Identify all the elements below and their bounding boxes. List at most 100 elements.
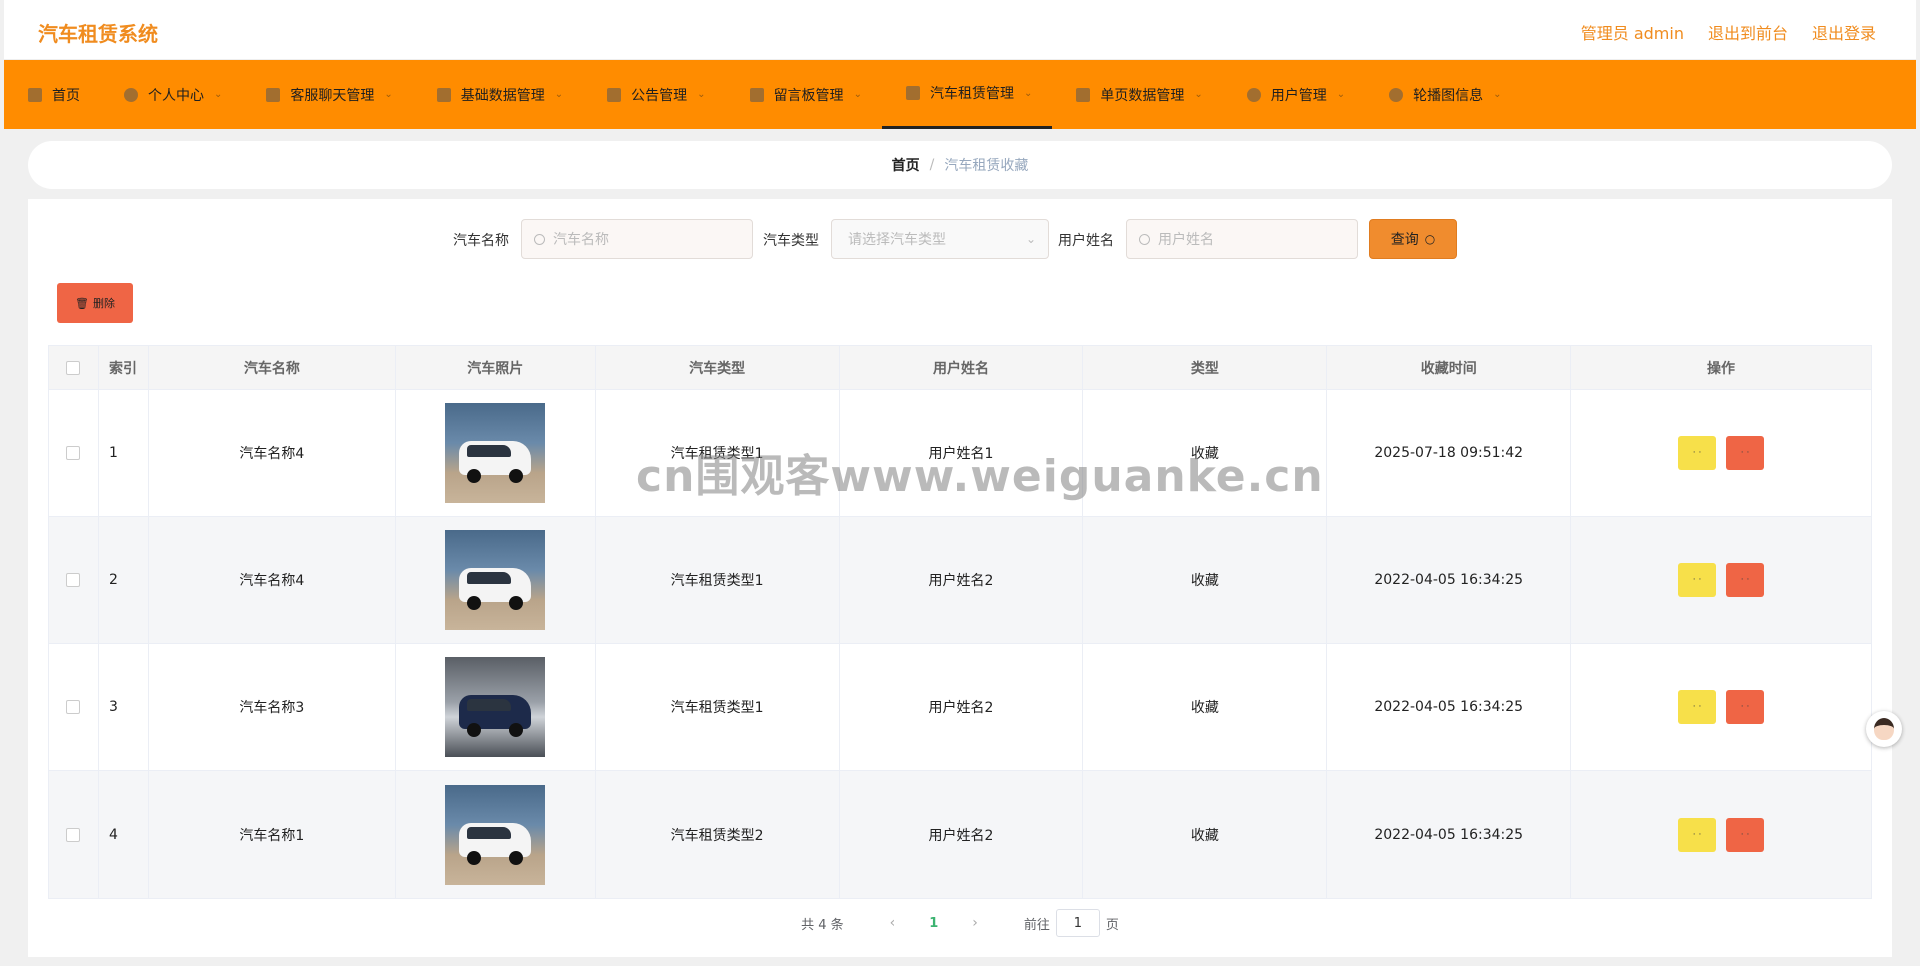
search-form: 汽车名称 汽车名称 汽车类型 请选择汽车类型 ⌄ 用户姓名 用户姓名 查询 ○ (28, 219, 1892, 259)
car-window (467, 826, 512, 839)
car-photo-image[interactable] (445, 657, 546, 757)
pagination: 共 4 条 ‹ 1 › 前往 1 页 (28, 909, 1892, 937)
chevron-down-icon: ⌄ (1025, 232, 1036, 246)
chevron-down-icon: ⌄ (853, 89, 862, 100)
chevron-left-icon[interactable]: ‹ (890, 915, 896, 931)
checkbox[interactable] (66, 360, 81, 375)
delete-button[interactable]: · · (1726, 436, 1765, 470)
car-type-label: 汽车类型 (763, 233, 819, 249)
row-car-name: 汽车名称4 (149, 517, 396, 643)
row-car-type: 汽车租赁类型1 (596, 644, 840, 770)
car-type-select[interactable]: 请选择汽车类型 ⌄ (831, 219, 1049, 259)
nav-item-profile[interactable]: 个人中心 ⌄ (100, 60, 242, 129)
row-select (49, 390, 99, 516)
car-name-label: 汽车名称 (453, 233, 509, 249)
admin-user-link[interactable]: 管理员 admin (1581, 20, 1684, 44)
chevron-down-icon: ⌄ (1493, 89, 1502, 100)
row-user-name: 用户姓名2 (840, 771, 1084, 898)
nav-item-basedata[interactable]: 基础数据管理 ⌄ (413, 60, 583, 129)
table-row: 4 汽车名称1 汽车租赁类型2 用户姓名2 收藏 2022-04-05 16:3… (49, 771, 1871, 898)
nav-item-carousel[interactable]: 轮播图信息 ⌄ (1365, 60, 1521, 129)
edit-button[interactable]: · · (1678, 563, 1717, 597)
car-wheel (509, 850, 524, 865)
header-car-type: 汽车类型 (596, 346, 840, 389)
header-select-all[interactable] (49, 346, 99, 389)
search-icon: ○ (1424, 232, 1436, 246)
favorites-table: 索引 汽车名称 汽车照片 汽车类型 用户姓名 类型 收藏时间 操作 1 汽车名称… (48, 345, 1872, 899)
nav-item-singlepage[interactable]: 单页数据管理 ⌄ (1052, 60, 1222, 129)
row-car-name: 汽车名称1 (149, 771, 396, 898)
car-wheel (509, 596, 524, 610)
app-title: 汽车租赁系统 (38, 22, 158, 46)
back-to-front-link[interactable]: 退出到前台 (1708, 20, 1788, 44)
edit-button[interactable]: · · (1678, 690, 1717, 724)
row-car-photo (396, 771, 596, 898)
page-suffix: 页 (1105, 917, 1119, 933)
nav-label: 公告管理 (631, 87, 688, 104)
batch-delete-button[interactable]: 🗑 删除 (57, 283, 133, 323)
search-icon (534, 233, 545, 245)
query-button[interactable]: 查询 ○ (1369, 219, 1457, 259)
goto-label: 前往 (1023, 917, 1050, 933)
header-kind: 类型 (1083, 346, 1328, 389)
chevron-down-icon: ⌄ (1194, 89, 1203, 100)
nav-item-home[interactable]: 首页 (4, 60, 100, 129)
nav-item-messageboard[interactable]: 留言板管理 ⌄ (726, 60, 882, 129)
car-photo-image[interactable] (445, 784, 546, 885)
car-photo-image[interactable] (445, 530, 546, 630)
chevron-down-icon: ⌄ (1023, 87, 1033, 99)
row-actions: · · · · (1571, 771, 1871, 898)
car-type-placeholder: 请选择汽车类型 (848, 232, 946, 248)
search-icon (1139, 233, 1150, 245)
edit-button[interactable]: · · (1678, 817, 1717, 852)
car-wheel (467, 596, 482, 610)
user-icon (124, 87, 138, 102)
row-car-type: 汽车租赁类型1 (596, 517, 840, 643)
chat-icon (266, 87, 281, 102)
chat-avatar-button[interactable] (1866, 711, 1902, 747)
header-actions: 操作 (1707, 360, 1736, 377)
page-number[interactable]: 1 (929, 916, 938, 931)
row-car-name: 汽车名称4 (149, 390, 396, 516)
breadcrumb-home[interactable]: 首页 (892, 155, 920, 175)
nav-label: 用户管理 (1270, 87, 1327, 104)
delete-button[interactable]: · · (1726, 817, 1765, 852)
nav-item-users[interactable]: 用户管理 ⌄ (1223, 60, 1365, 129)
chevron-down-icon: ⌄ (1336, 89, 1346, 100)
car-wheel (509, 469, 524, 483)
user-name-input[interactable]: 用户姓名 (1126, 219, 1358, 259)
table-row: 3 汽车名称3 汽车租赁类型1 用户姓名2 收藏 2022-04-05 16:3… (49, 644, 1871, 771)
delete-button[interactable]: · · (1726, 690, 1765, 724)
checkbox[interactable] (66, 446, 81, 460)
row-time: 2025-07-18 09:51:42 (1327, 390, 1572, 516)
car-name-input[interactable]: 汽车名称 (521, 219, 753, 259)
trash-icon: 🗑 (75, 296, 89, 310)
chevron-right-icon[interactable]: › (972, 915, 978, 931)
car-window (467, 699, 512, 711)
checkbox[interactable] (66, 827, 81, 842)
nav-item-chat[interactable]: 客服聊天管理 ⌄ (242, 60, 412, 129)
row-car-type: 汽车租赁类型2 (596, 771, 840, 898)
nav-item-notice[interactable]: 公告管理 ⌄ (583, 60, 725, 129)
user-name-placeholder: 用户姓名 (1158, 232, 1214, 248)
checkbox[interactable] (66, 700, 81, 714)
header-car-photo: 汽车照片 (396, 346, 596, 389)
goto-page-input[interactable]: 1 (1055, 909, 1100, 937)
row-select (49, 771, 99, 898)
top-header: 汽车租赁系统 管理员 admin 退出到前台 退出登录 (4, 0, 1916, 60)
header-index: 索引 (99, 346, 149, 389)
car-photo-image[interactable] (445, 403, 546, 503)
row-index: 4 (99, 771, 149, 898)
car-wheel (467, 850, 482, 865)
row-time: 2022-04-05 16:34:25 (1327, 517, 1572, 643)
row-car-photo (396, 517, 596, 643)
row-kind: 收藏 (1083, 517, 1328, 643)
nav-item-rental[interactable]: 汽车租赁管理 ⌄ (881, 60, 1053, 129)
header-links: 管理员 admin 退出到前台 退出登录 (1581, 20, 1876, 44)
logout-link[interactable]: 退出登录 (1812, 20, 1876, 44)
car-window (467, 445, 512, 457)
checkbox[interactable] (66, 573, 81, 587)
delete-button[interactable]: · · (1726, 563, 1765, 597)
edit-button[interactable]: · · (1678, 436, 1717, 470)
car-wheel (467, 469, 482, 483)
